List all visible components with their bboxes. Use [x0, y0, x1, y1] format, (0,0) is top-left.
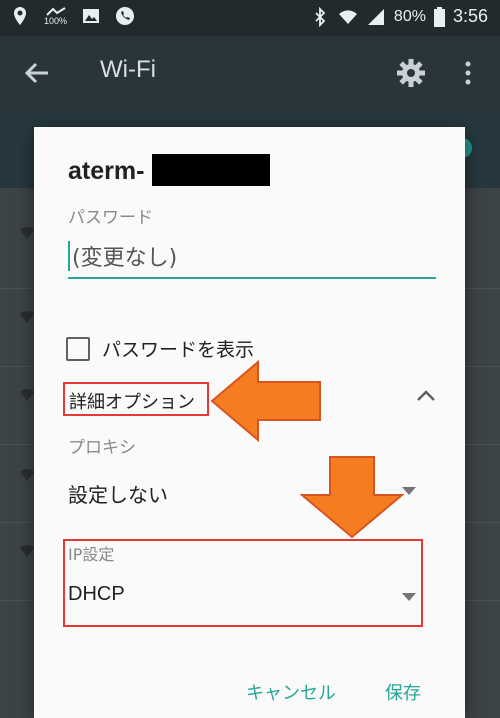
wifi-icon — [20, 311, 34, 323]
chevron-up-icon[interactable] — [414, 387, 438, 405]
advanced-options-toggle[interactable]: 詳細オプション — [63, 382, 209, 416]
gear-icon[interactable] — [396, 58, 426, 88]
ip-settings-label: IP設定 — [68, 545, 115, 564]
show-password-checkbox[interactable] — [66, 336, 90, 361]
location-icon — [14, 7, 26, 25]
wifi-icon — [20, 545, 34, 557]
wifi-icon — [20, 227, 34, 239]
annotation-arrow-left — [210, 360, 321, 442]
advanced-options-label: 詳細オプション — [69, 392, 195, 413]
bluetooth-icon — [315, 6, 326, 27]
save-button[interactable]: 保存 — [385, 679, 421, 705]
show-password-label: パスワードを表示 — [102, 339, 255, 361]
image-icon — [83, 9, 100, 23]
app-bar: Wi-Fi — [0, 36, 500, 110]
battery-percent: 80% — [393, 7, 426, 25]
annotation-arrow-down — [300, 456, 404, 539]
status-bar: 100% 80% 3:56 — [0, 0, 500, 36]
dropdown-arrow-icon[interactable] — [402, 593, 416, 601]
password-field[interactable]: (変更なし) — [68, 237, 436, 279]
ip-settings-dropdown[interactable]: DHCP — [68, 583, 125, 606]
battery-percent-small: 100% — [44, 15, 68, 26]
show-password-row[interactable]: パスワードを表示 — [66, 335, 254, 362]
page-title: Wi-Fi — [100, 56, 156, 83]
battery-saver-icon: 100% — [44, 6, 68, 26]
battery-icon — [433, 6, 445, 27]
cancel-button[interactable]: キャンセル — [246, 679, 336, 705]
proxy-dropdown[interactable]: 設定しない — [68, 479, 168, 508]
wifi-icon — [20, 469, 34, 481]
wifi-signal-icon — [338, 9, 357, 24]
wifi-icon — [20, 389, 34, 401]
back-arrow-icon[interactable] — [22, 58, 52, 88]
dropdown-arrow-icon[interactable] — [402, 487, 416, 495]
more-options-icon[interactable] — [462, 58, 474, 88]
clock: 3:56 — [452, 6, 488, 26]
proxy-label: プロキシ — [68, 438, 136, 458]
phone-icon — [116, 7, 135, 25]
network-name: aterm- — [68, 157, 145, 185]
cell-signal-icon — [367, 8, 384, 25]
password-label: パスワード — [68, 208, 153, 228]
password-placeholder: (変更なし) — [72, 246, 178, 271]
redacted-ssid — [152, 154, 270, 186]
text-cursor — [68, 241, 70, 271]
